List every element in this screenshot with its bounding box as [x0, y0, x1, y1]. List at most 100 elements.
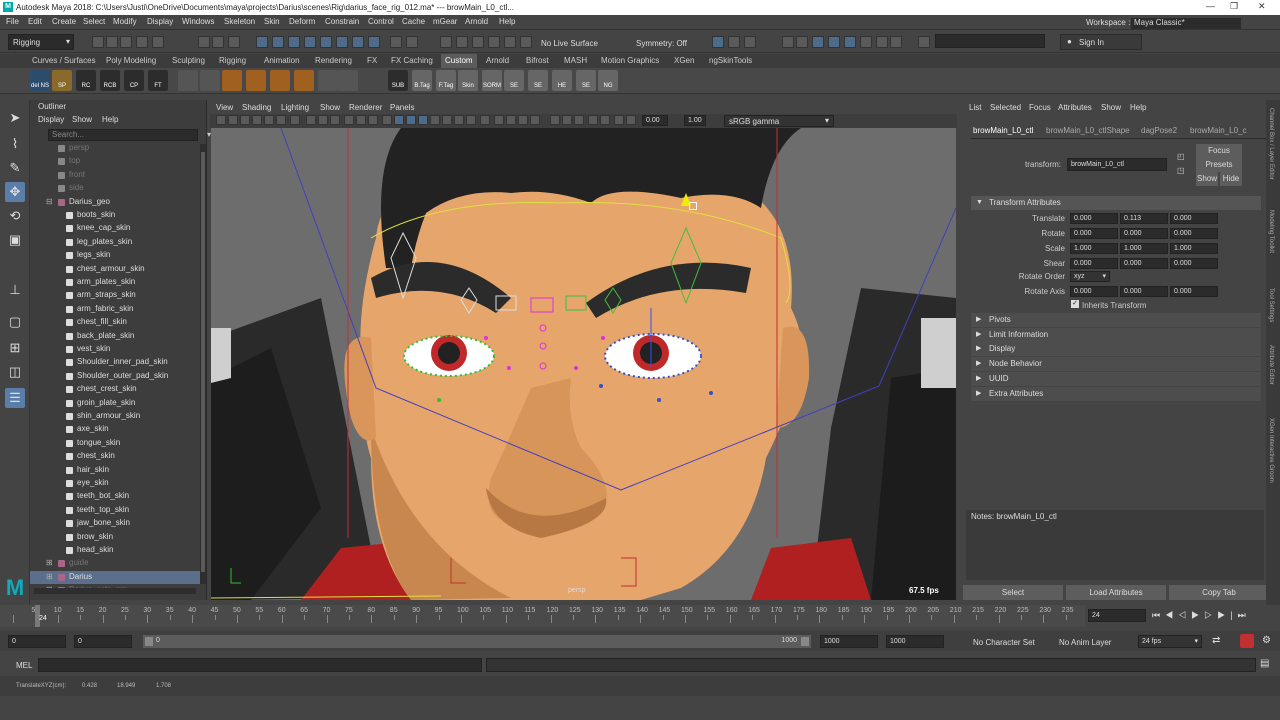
- viewport-tool-icon[interactable]: [406, 115, 416, 125]
- viewport-tool-icon[interactable]: [518, 115, 528, 125]
- expand-icon[interactable]: ⊞: [46, 558, 53, 567]
- presets-button[interactable]: Presets: [1196, 158, 1242, 172]
- status-tool-icon[interactable]: [352, 36, 364, 48]
- attr-tab[interactable]: browMain_L0_ctlShape: [1046, 126, 1130, 135]
- attr-field-translate-y[interactable]: 0.113: [1120, 213, 1168, 224]
- menu-mgear[interactable]: mGear: [433, 17, 457, 26]
- viewport-tool-icon[interactable]: [306, 115, 316, 125]
- status-tool-icon[interactable]: [890, 36, 902, 48]
- anim-layer-dropdown[interactable]: No Anim Layer: [1059, 638, 1111, 647]
- shelf-button-tool[interactable]: [318, 70, 338, 91]
- shelf-button-f-tag[interactable]: F.Tag: [436, 70, 456, 91]
- menu-deform[interactable]: Deform: [289, 17, 315, 26]
- attr-menu-attributes[interactable]: Attributes: [1058, 103, 1092, 112]
- shelf-button-cp[interactable]: CP: [124, 70, 144, 91]
- shelf-button-tool[interactable]: [222, 70, 242, 91]
- viewport-menu-panels[interactable]: Panels: [390, 103, 414, 112]
- shelf-button-del-ns[interactable]: del NS: [30, 70, 50, 91]
- hide-button[interactable]: Hide: [1220, 172, 1242, 186]
- outliner-item[interactable]: head_skin: [30, 544, 200, 557]
- viewport-tool-icon[interactable]: [506, 115, 516, 125]
- outliner-item[interactable]: ⊞ Darius: [30, 570, 200, 584]
- section-uuid[interactable]: ▶ UUID: [971, 371, 1261, 386]
- outliner-item[interactable]: ⊟ Darius_geo: [30, 196, 200, 209]
- side-tab-modeling-toolkit[interactable]: Modeling Toolkit: [1268, 210, 1274, 253]
- status-tool-icon[interactable]: [228, 36, 240, 48]
- single-view-icon[interactable]: ▢: [5, 312, 25, 332]
- status-tool-icon[interactable]: [782, 36, 794, 48]
- shelf-button-sorm[interactable]: SORM: [482, 70, 502, 91]
- time-slider[interactable]: 5 10 15 20 25 30 35 40 45 50 55 60 65 70 75 80 85 90 95 100…: [0, 605, 1280, 630]
- mel-label[interactable]: MEL: [16, 661, 32, 670]
- outliner-item[interactable]: front: [30, 169, 200, 182]
- side-tab-channel-box-layer-editor[interactable]: Channel Box / Layer Editor: [1268, 108, 1274, 180]
- menu-cache[interactable]: Cache: [402, 17, 425, 26]
- status-tool-icon[interactable]: [812, 36, 824, 48]
- section-limit-information[interactable]: ▶ Limit Information: [971, 327, 1261, 342]
- outliner-item[interactable]: side: [30, 182, 200, 195]
- viewport-tool-icon[interactable]: [418, 115, 428, 125]
- copy-tab-button[interactable]: Copy Tab: [1169, 585, 1269, 600]
- paint-select-icon[interactable]: ✎: [5, 158, 25, 178]
- menu-select[interactable]: Select: [83, 17, 105, 26]
- section-node-behavior[interactable]: ▶ Node Behavior: [971, 357, 1261, 372]
- status-tool-icon[interactable]: [304, 36, 316, 48]
- viewport-tool-icon[interactable]: [344, 115, 354, 125]
- four-view-icon[interactable]: ⊞: [5, 338, 25, 358]
- status-tool-icon[interactable]: [198, 36, 210, 48]
- viewport-tool-icon[interactable]: [356, 115, 366, 125]
- status-tool-icon[interactable]: [472, 36, 484, 48]
- viewport-tool-icon[interactable]: [276, 115, 286, 125]
- outliner-layout-icon[interactable]: ☰: [5, 388, 25, 408]
- outliner-menu-show[interactable]: Show: [72, 115, 92, 124]
- viewport-tool-icon[interactable]: [588, 115, 598, 125]
- status-tool-icon[interactable]: [390, 36, 402, 48]
- side-tab-xgen-interactive-groom[interactable]: XGen Interactive Groom: [1268, 418, 1274, 483]
- status-tool-icon[interactable]: [256, 36, 268, 48]
- shelf-tab-curves-surfaces[interactable]: Curves / Surfaces: [32, 56, 96, 65]
- status-tool-icon[interactable]: [136, 36, 148, 48]
- menu-windows[interactable]: Windows: [182, 17, 214, 26]
- select-tool-icon[interactable]: ➤: [5, 108, 25, 128]
- viewport-tool-icon[interactable]: [264, 115, 274, 125]
- menu-control[interactable]: Control: [368, 17, 394, 26]
- quick-select-field[interactable]: [935, 34, 1045, 48]
- shelf-tab-rigging[interactable]: Rigging: [219, 56, 246, 65]
- outliner-menu-display[interactable]: Display: [38, 115, 64, 124]
- sign-in-button[interactable]: ● Sign In: [1060, 34, 1142, 50]
- viewport-tool-icon[interactable]: [494, 115, 504, 125]
- shelf-tab-fx[interactable]: FX: [367, 56, 377, 65]
- anim-start-field[interactable]: 0: [74, 635, 132, 648]
- playback-controls[interactable]: ⏮◀◁▶▷▶|⏭: [1152, 610, 1251, 621]
- shelf-tab-poly-modeling[interactable]: Poly Modeling: [106, 56, 156, 65]
- outliner-item[interactable]: leg_plates_skin: [30, 236, 200, 249]
- shelf-button-se[interactable]: SE: [528, 70, 548, 91]
- presets-icon[interactable]: ◳: [1177, 166, 1185, 175]
- outliner-item[interactable]: back_plate_skin: [30, 330, 200, 343]
- outliner-item[interactable]: arm_straps_skin: [30, 289, 200, 302]
- outliner-item[interactable]: jaw_bone_skin: [30, 517, 200, 530]
- shelf-button-tool[interactable]: [294, 70, 314, 91]
- menu-file[interactable]: File: [6, 17, 19, 26]
- status-tool-icon[interactable]: [828, 36, 840, 48]
- outliner-item[interactable]: teeth_top_skin: [30, 504, 200, 517]
- viewport-tool-icon[interactable]: [394, 115, 404, 125]
- section-display[interactable]: ▶ Display: [971, 342, 1261, 357]
- mode-dropdown[interactable]: Rigging ▾: [8, 34, 74, 50]
- inherits-checkbox[interactable]: ✓: [1071, 300, 1079, 308]
- rotate-axis-y[interactable]: 0.000: [1120, 286, 1168, 297]
- attr-tab[interactable]: browMain_L0_ctl: [973, 126, 1033, 135]
- status-tool-icon[interactable]: [152, 36, 164, 48]
- attr-field-shear-x[interactable]: 0.000: [1070, 258, 1118, 269]
- viewport-menu-shading[interactable]: Shading: [242, 103, 271, 112]
- viewport-tool-icon[interactable]: [216, 115, 226, 125]
- shelf-button-tool[interactable]: [200, 70, 220, 91]
- shelf-button-skin[interactable]: Skin: [458, 70, 478, 91]
- status-tool-icon[interactable]: [336, 36, 348, 48]
- outliner-item[interactable]: brow_skin: [30, 531, 200, 544]
- auto-key-icon[interactable]: [1240, 634, 1254, 648]
- outliner-hscrollbar[interactable]: [34, 588, 196, 594]
- start-time-field[interactable]: 0: [8, 635, 66, 648]
- shelf-button-he[interactable]: HE: [552, 70, 572, 91]
- shelf-button-sub[interactable]: SUB: [388, 70, 408, 91]
